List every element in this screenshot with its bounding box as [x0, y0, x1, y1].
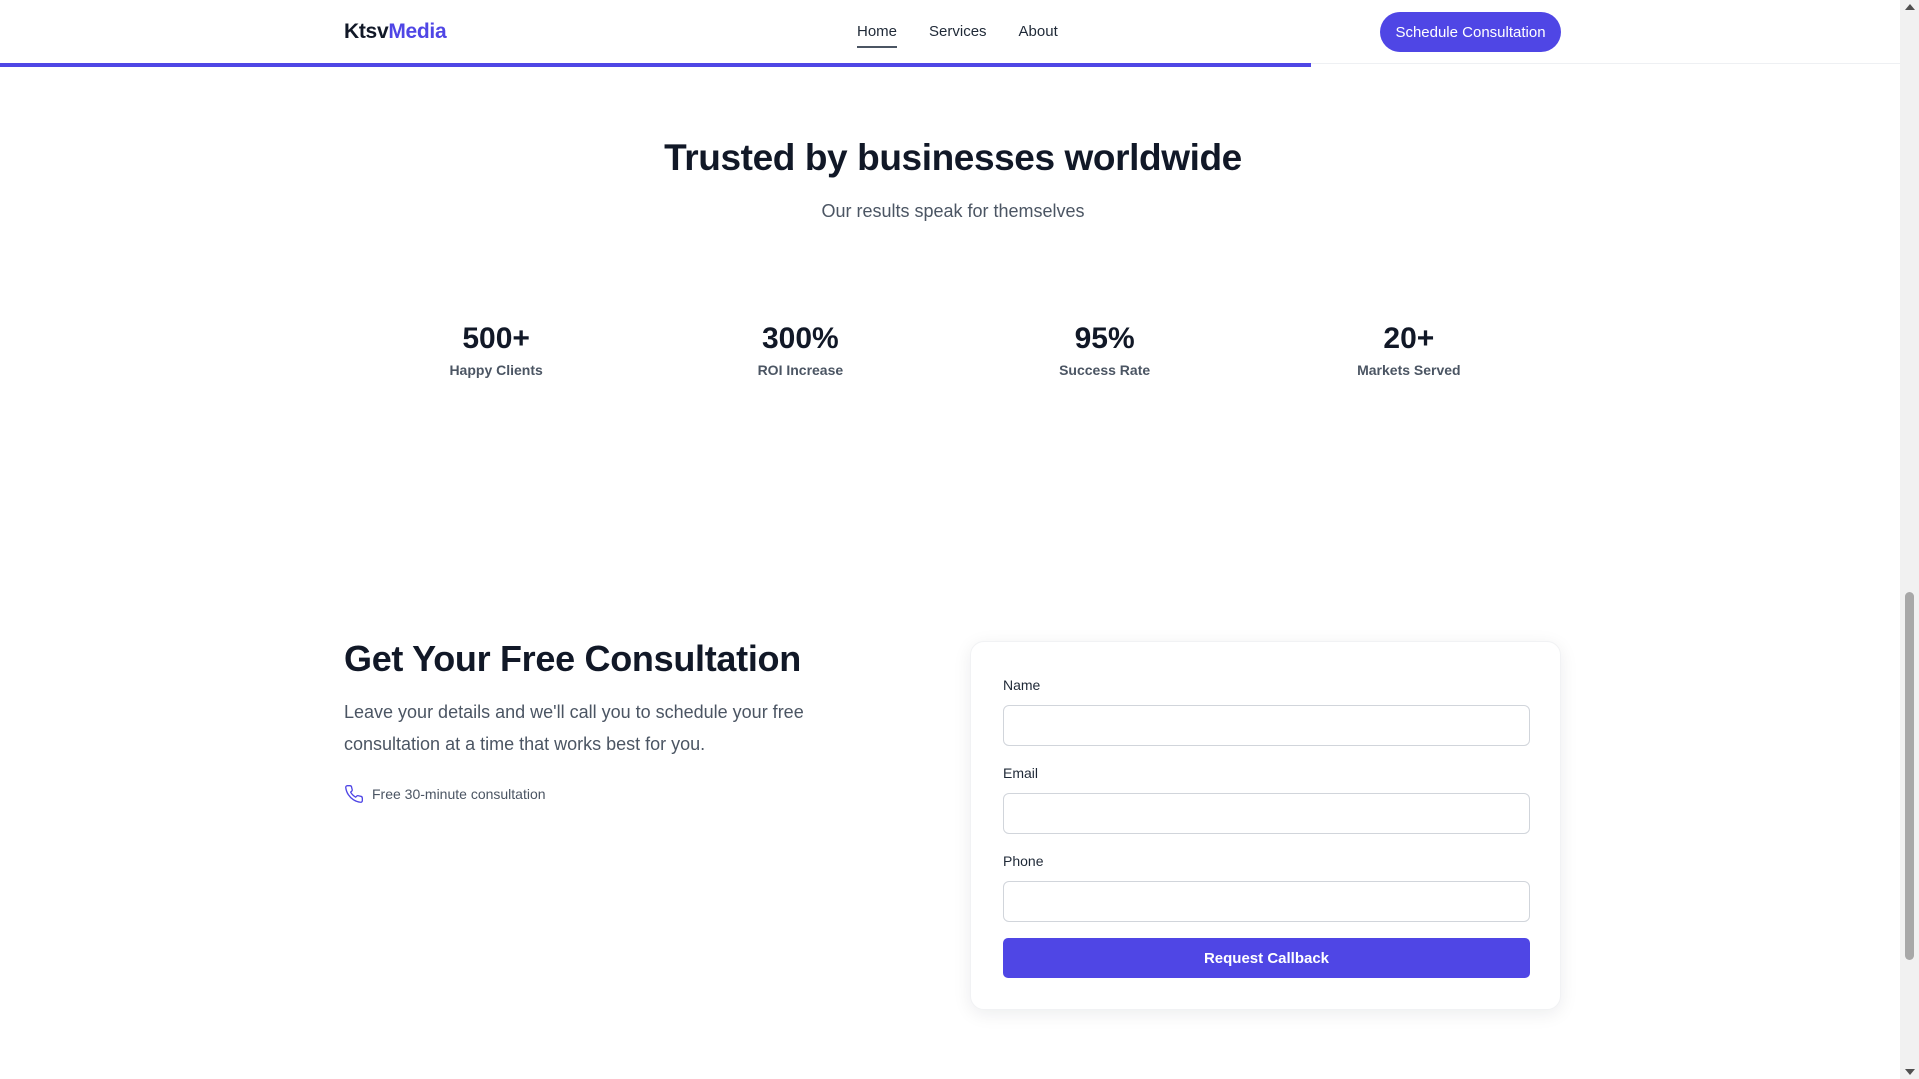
email-label: Email [1003, 765, 1039, 781]
scroll-down-arrow-icon[interactable] [1905, 1069, 1915, 1075]
stat-happy-clients: 500+ Happy Clients [344, 322, 648, 378]
callback-form: Name Email Phone Request Callback [970, 641, 1561, 1010]
consultation-note-text: Free 30-minute consultation [372, 786, 546, 802]
stats-subtitle: Our results speak for themselves [821, 201, 1085, 221]
stat-value: 95% [1074, 322, 1135, 355]
stat-markets-served: 20+ Markets Served [1257, 322, 1561, 378]
logo-text-primary: Ktsv [344, 20, 389, 43]
phone-icon [344, 784, 364, 804]
stat-value: 20+ [1383, 322, 1435, 355]
stats-title: Trusted by businesses worldwide [664, 137, 1242, 178]
consultation-description: Leave your details and we'll call you to… [344, 702, 804, 754]
stat-label: Markets Served [1357, 361, 1461, 378]
stat-value: 300% [762, 322, 839, 355]
site-header: KtsvMedia Home Services About Schedule C… [0, 0, 1900, 67]
phone-input[interactable] [1003, 881, 1530, 922]
stat-label: Success Rate [1059, 361, 1151, 378]
stats-row: 500+ Happy Clients 300% ROI Increase 95%… [344, 322, 1561, 378]
stat-label: ROI Increase [757, 361, 844, 378]
email-input[interactable] [1003, 793, 1530, 834]
name-input[interactable] [1003, 705, 1530, 746]
phone-label: Phone [1003, 853, 1044, 869]
logo-text-accent: Media [388, 20, 447, 43]
nav-about[interactable]: About [1019, 23, 1058, 40]
name-label: Name [1003, 677, 1041, 693]
logo[interactable]: KtsvMedia [344, 20, 447, 44]
scroll-up-arrow-icon[interactable] [1905, 4, 1915, 10]
scroll-progress-bar [0, 63, 1311, 67]
main-nav: Home Services About [857, 23, 1058, 48]
consultation-title: Get Your Free Consultation [344, 638, 801, 679]
schedule-consultation-button[interactable]: Schedule Consultation [1380, 12, 1561, 52]
stat-success-rate: 95% Success Rate [953, 322, 1257, 378]
nav-services[interactable]: Services [929, 23, 987, 40]
stat-roi-increase: 300% ROI Increase [648, 322, 952, 378]
stat-value: 500+ [462, 322, 530, 355]
stat-label: Happy Clients [449, 361, 543, 378]
consultation-note: Free 30-minute consultation [344, 784, 546, 804]
nav-home[interactable]: Home [857, 23, 898, 48]
request-callback-button[interactable]: Request Callback [1003, 938, 1530, 978]
scroll-thumb[interactable] [1905, 592, 1914, 960]
